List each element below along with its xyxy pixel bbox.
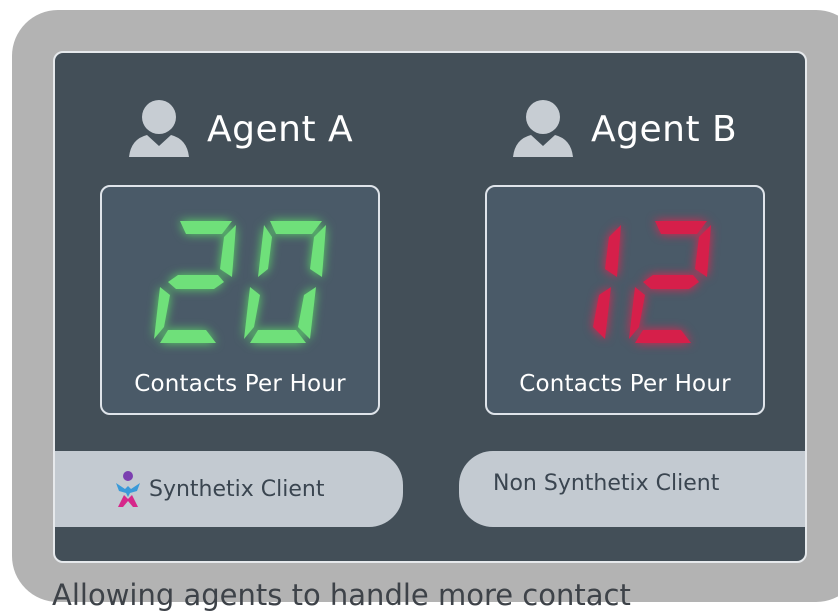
non-synthetix-client-pill: Non Synthetix Client: [459, 451, 805, 527]
comparison-panel: Agent A Agent B Contacts Per Hour Contac…: [53, 51, 807, 563]
segment-c: [298, 287, 316, 339]
synthetix-logo-icon: [116, 471, 140, 507]
agent-a-counter: Contacts Per Hour: [100, 185, 380, 415]
digit-1: [593, 225, 621, 339]
caption: Allowing agents to handle more contact: [52, 578, 631, 612]
agent-a-counter-label: Contacts Per Hour: [134, 371, 346, 397]
person-icon: [511, 99, 575, 159]
digit-display: [154, 221, 326, 343]
agent-a-name: Agent A: [207, 108, 354, 150]
digit-2: [154, 221, 236, 343]
agent-a-header: Agent A: [127, 99, 353, 159]
segment-d: [250, 330, 306, 343]
person-icon: [127, 99, 191, 159]
digit-2: [629, 221, 711, 343]
segment-d: [160, 330, 216, 343]
agent-a-digits: [102, 221, 378, 347]
agent-b-counter: Contacts Per Hour: [485, 185, 765, 415]
digit-display: [593, 221, 711, 343]
non-synthetix-client-label: Non Synthetix Client: [493, 471, 720, 496]
segment-a: [180, 221, 232, 234]
digit-0: [244, 221, 326, 343]
agent-b-digits: [487, 221, 763, 347]
segment-a: [655, 221, 707, 234]
segment-f: [258, 225, 272, 277]
agent-b-counter-label: Contacts Per Hour: [519, 371, 731, 397]
agent-b-name: Agent B: [591, 108, 738, 150]
synthetix-client-pill: Synthetix Client: [55, 451, 403, 527]
segment-g: [168, 275, 224, 289]
agent-b-header: Agent B: [511, 99, 737, 159]
segment-b: [605, 225, 621, 277]
segment-c: [593, 287, 611, 339]
segment-a: [270, 221, 322, 234]
segment-d: [635, 330, 691, 343]
synthetix-client-label: Synthetix Client: [149, 476, 325, 502]
segment-g: [643, 275, 699, 289]
